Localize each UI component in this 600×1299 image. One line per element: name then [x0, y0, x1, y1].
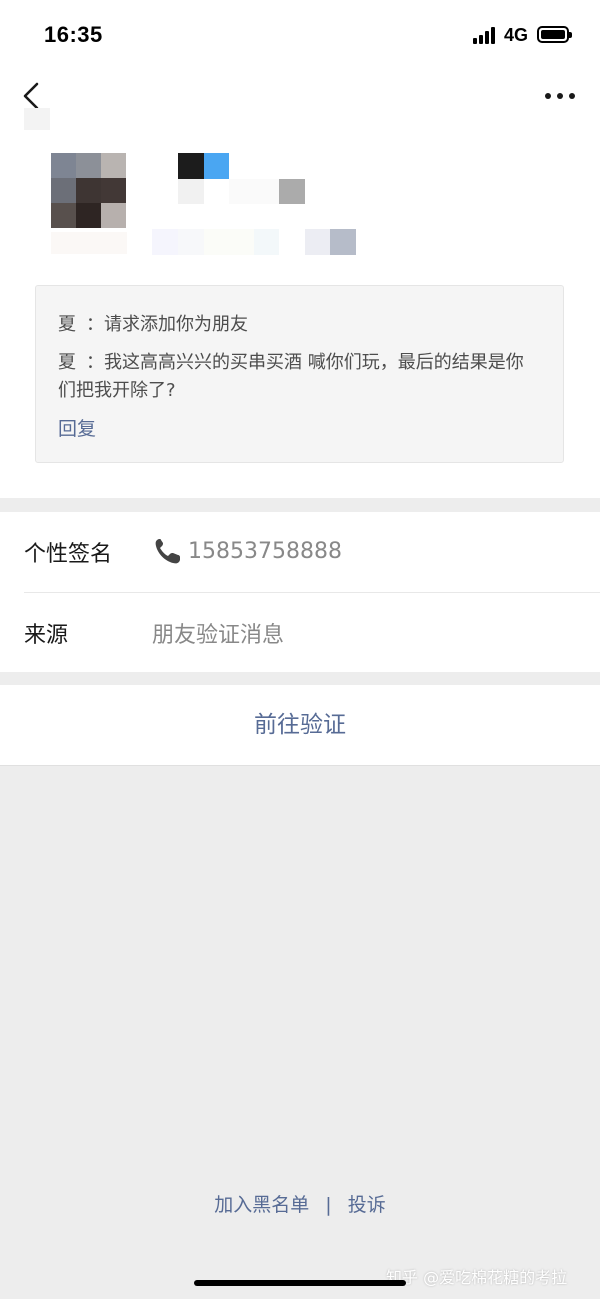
profile-info-card: 个性签名 15853758888 来源 朋友验证消息 [0, 512, 600, 672]
more-button[interactable] [540, 82, 580, 110]
row-label: 个性签名 [24, 542, 113, 567]
report-link[interactable]: 投诉 [348, 1194, 386, 1216]
row-label: 来源 [24, 623, 69, 648]
message-sender: 夏 [58, 314, 76, 335]
blacklist-link[interactable]: 加入黑名单 [214, 1194, 309, 1216]
message-sender: 夏 [58, 352, 76, 373]
status-bar: 16:35 4G [0, 0, 600, 70]
request-message: 夏：我这高高兴兴的买串买酒 喊你们玩，最后的结果是你们把我开除了? [58, 349, 541, 405]
phone-icon [155, 539, 180, 564]
watermark: 知乎 @爱吃棉花糖的考拉 [386, 1268, 568, 1287]
footer-separator: | [325, 1194, 332, 1216]
status-time: 16:35 [44, 22, 103, 47]
source-value: 朋友验证消息 [152, 623, 285, 648]
home-indicator[interactable] [194, 1280, 406, 1286]
signature-value: 15853758888 [152, 536, 342, 566]
reply-link[interactable]: 回复 [58, 414, 96, 441]
blurred-remark [24, 108, 50, 130]
signal-icon [473, 26, 499, 44]
message-text: ：请求添加你为朋友 [86, 314, 248, 335]
message-text: ：我这高高兴兴的买串买酒 喊你们玩，最后的结果是你们把我开除了? [58, 352, 524, 401]
source-row: 来源 朋友验证消息 [0, 593, 600, 673]
contact-header: 16:35 4G 夏 ：请求添加你为朋友 夏 ：我这高高兴兴的买串买酒 喊你们玩… [0, 0, 600, 498]
battery-icon [537, 26, 572, 43]
phone-number: 15853758888 [188, 538, 342, 564]
network-label: 4G [504, 25, 529, 45]
friend-request-box: 夏：请求添加你为朋友 夏：我这高高兴兴的买串买酒 喊你们玩，最后的结果是你们把我… [35, 285, 564, 463]
verify-card: 前往验证 [0, 685, 600, 766]
footer-links: 加入黑名单 | 投诉 [0, 1190, 600, 1217]
avatar[interactable] [51, 153, 127, 229]
avatar-blur-strip [51, 232, 127, 254]
request-message: 夏 ：请求添加你为朋友 [58, 311, 541, 339]
more-dots-icon [545, 93, 575, 99]
go-verify-button[interactable]: 前往验证 [0, 685, 600, 765]
signature-row: 个性签名 15853758888 [0, 512, 600, 593]
